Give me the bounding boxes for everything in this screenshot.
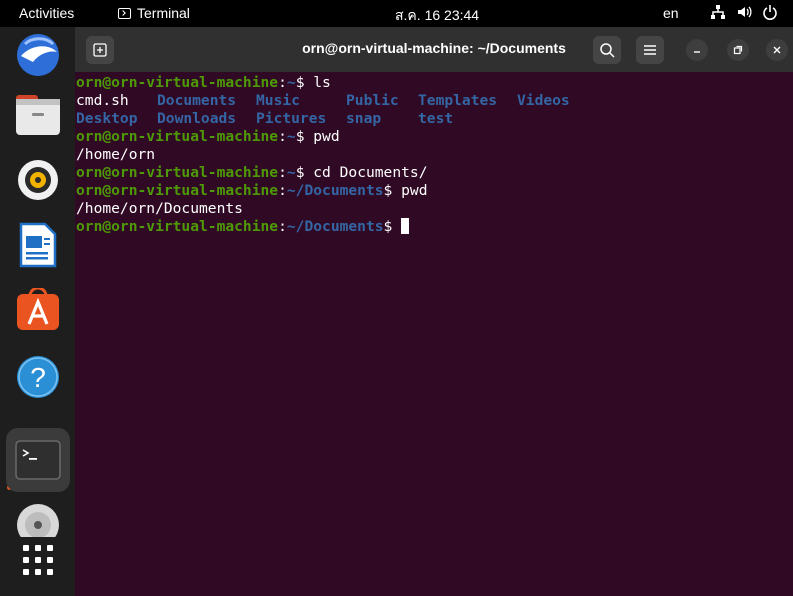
terminal-line: orn@orn-virtual-machine:~$ ls — [76, 74, 331, 91]
files-launcher[interactable] — [6, 83, 70, 147]
maximize-button[interactable] — [727, 39, 749, 61]
help-launcher[interactable]: ? — [6, 345, 70, 409]
ls-output-row: Desktop Downloads Pictures snap test — [76, 110, 570, 128]
app-center-launcher[interactable] — [6, 278, 70, 342]
ls-entry: Public — [346, 92, 399, 109]
minimize-icon — [694, 51, 700, 53]
ls-entry: Desktop — [76, 110, 138, 127]
ls-entry: Music — [256, 92, 300, 109]
close-button[interactable] — [766, 39, 788, 61]
ls-entry: Videos — [517, 92, 570, 109]
help-icon: ? — [17, 356, 59, 398]
prompt-path: ~ — [286, 164, 296, 181]
prompt-user: orn@orn-virtual-machine — [76, 164, 279, 181]
rhythmbox-launcher[interactable] — [6, 148, 70, 212]
ls-entry: Documents — [157, 92, 237, 109]
app-grid-icon — [23, 545, 53, 575]
system-tray[interactable] — [710, 4, 778, 20]
prompt-path: ~ — [286, 128, 296, 145]
prompt-user: orn@orn-virtual-machine — [76, 218, 279, 235]
terminal-line: orn@orn-virtual-machine:~$ pwd — [76, 128, 340, 145]
terminal-output[interactable]: orn@orn-virtual-machine:~$ ls cmd.sh Docum… — [76, 74, 570, 236]
command: cd Documents/ — [304, 164, 428, 181]
restore-icon — [733, 45, 743, 55]
command: pwd — [304, 128, 340, 145]
terminal-window: orn@orn-virtual-machine: ~/Documents orn… — [75, 27, 793, 596]
prompt-user: orn@orn-virtual-machine — [76, 182, 279, 199]
terminal-launcher[interactable] — [6, 428, 70, 492]
prompt-path: ~/Documents — [286, 218, 384, 235]
libreoffice-writer-launcher[interactable] — [6, 213, 70, 277]
command-output: /home/orn/Documents — [76, 200, 243, 217]
app-center-icon — [17, 288, 59, 330]
app-name: Terminal — [137, 5, 190, 21]
menu-button[interactable] — [636, 36, 664, 64]
dock: ? — [0, 27, 75, 596]
minimize-button[interactable] — [686, 39, 708, 61]
activities-button[interactable]: Activities — [19, 5, 74, 21]
command — [392, 218, 401, 235]
app-menu[interactable]: Terminal — [118, 5, 190, 21]
writer-icon — [19, 222, 57, 268]
svg-text:?: ? — [30, 362, 46, 393]
files-icon — [16, 95, 60, 135]
hamburger-icon — [644, 45, 656, 55]
terminal-line: orn@orn-virtual-machine:~/Documents$ pwd — [76, 182, 428, 199]
ls-entry: test — [418, 110, 454, 127]
command: ls — [304, 74, 331, 91]
ls-output-row: cmd.sh Documents Music Public Templates Video… — [76, 92, 570, 110]
prompt-user: orn@orn-virtual-machine — [76, 128, 279, 145]
prompt-user: orn@orn-virtual-machine — [76, 74, 279, 91]
prompt-path: ~ — [286, 74, 296, 91]
header-bar: orn@orn-virtual-machine: ~/Documents — [75, 27, 793, 72]
command-output: /home/orn — [76, 146, 156, 163]
close-icon — [773, 46, 781, 54]
show-apps-button[interactable] — [6, 528, 70, 592]
rhythmbox-icon — [18, 160, 58, 200]
terminal-small-icon — [118, 7, 131, 19]
language-indicator[interactable]: en — [663, 5, 679, 21]
prompt-path: ~/Documents — [286, 182, 384, 199]
command: pwd — [392, 182, 428, 199]
top-bar: Activities Terminal ส.ค. 16 23:44 en — [0, 0, 793, 27]
search-button[interactable] — [593, 36, 621, 64]
search-icon — [600, 43, 615, 58]
ls-entry: Pictures — [256, 110, 327, 127]
text-cursor — [401, 218, 410, 234]
terminal-line: orn@orn-virtual-machine:~/Documents$ — [76, 218, 570, 236]
volume-icon — [736, 4, 752, 20]
ls-entry: cmd.sh — [76, 92, 129, 109]
thunderbird-icon — [17, 34, 59, 76]
thunderbird-launcher[interactable] — [6, 21, 70, 85]
clock[interactable]: ส.ค. 16 23:44 — [395, 5, 479, 27]
ls-entry: snap — [346, 110, 382, 127]
power-icon — [762, 4, 778, 20]
network-icon — [710, 4, 726, 20]
terminal-line: orn@orn-virtual-machine:~$ cd Documents/ — [76, 164, 428, 181]
ls-entry: Templates — [418, 92, 498, 109]
terminal-icon — [15, 440, 61, 480]
ls-entry: Downloads — [157, 110, 237, 127]
